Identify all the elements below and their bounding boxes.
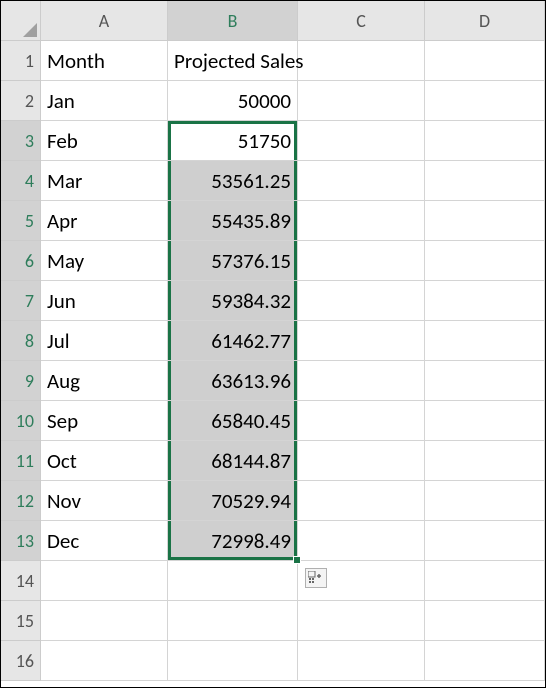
cell-B6[interactable]: 57376.15 bbox=[168, 241, 298, 281]
row-header-10[interactable]: 10 bbox=[1, 401, 41, 441]
cell-D2[interactable] bbox=[425, 81, 545, 121]
cell-B7[interactable]: 59384.32 bbox=[168, 281, 298, 321]
fill-handle[interactable] bbox=[293, 556, 301, 564]
cell-D8[interactable] bbox=[425, 321, 545, 361]
cell-A9[interactable]: Aug bbox=[41, 361, 168, 401]
cell-A5[interactable]: Apr bbox=[41, 201, 168, 241]
cell-D1[interactable] bbox=[425, 41, 545, 81]
col-header-C[interactable]: C bbox=[298, 1, 425, 41]
cell-C8[interactable] bbox=[298, 321, 425, 361]
cell-C3[interactable] bbox=[298, 121, 425, 161]
cell-D6[interactable] bbox=[425, 241, 545, 281]
cell-C1[interactable] bbox=[298, 41, 425, 81]
cell-A7[interactable]: Jun bbox=[41, 281, 168, 321]
cell-C11[interactable] bbox=[298, 441, 425, 481]
cell-B14[interactable] bbox=[168, 561, 298, 601]
cell-B15[interactable] bbox=[168, 601, 298, 641]
cell-D11[interactable] bbox=[425, 441, 545, 481]
row-header-15[interactable]: 15 bbox=[1, 601, 41, 641]
col-header-D[interactable]: D bbox=[425, 1, 545, 41]
cell-B10[interactable]: 65840.45 bbox=[168, 401, 298, 441]
row-header-5[interactable]: 5 bbox=[1, 201, 41, 241]
cell-D7[interactable] bbox=[425, 281, 545, 321]
cell-D3[interactable] bbox=[425, 121, 545, 161]
autofill-options-button[interactable] bbox=[305, 568, 327, 588]
cell-D14[interactable] bbox=[425, 561, 545, 601]
cell-D4[interactable] bbox=[425, 161, 545, 201]
cell-A11[interactable]: Oct bbox=[41, 441, 168, 481]
cell-B8[interactable]: 61462.77 bbox=[168, 321, 298, 361]
row-header-16[interactable]: 16 bbox=[1, 641, 41, 681]
cell-B16[interactable] bbox=[168, 641, 298, 681]
row-header-4[interactable]: 4 bbox=[1, 161, 41, 201]
row-header-11[interactable]: 11 bbox=[1, 441, 41, 481]
spreadsheet-grid[interactable]: ABCD1MonthProjected Sales2Jan500003Feb51… bbox=[1, 1, 545, 681]
cell-D12[interactable] bbox=[425, 481, 545, 521]
row-header-6[interactable]: 6 bbox=[1, 241, 41, 281]
row-header-14[interactable]: 14 bbox=[1, 561, 41, 601]
row-header-8[interactable]: 8 bbox=[1, 321, 41, 361]
cell-A4[interactable]: Mar bbox=[41, 161, 168, 201]
row-header-13[interactable]: 13 bbox=[1, 521, 41, 561]
cell-B3[interactable]: 51750 bbox=[168, 121, 298, 161]
cell-C12[interactable] bbox=[298, 481, 425, 521]
cell-B2[interactable]: 50000 bbox=[168, 81, 298, 121]
row-header-7[interactable]: 7 bbox=[1, 281, 41, 321]
cell-A15[interactable] bbox=[41, 601, 168, 641]
cell-A12[interactable]: Nov bbox=[41, 481, 168, 521]
cell-B13[interactable]: 72998.49 bbox=[168, 521, 298, 561]
cell-C2[interactable] bbox=[298, 81, 425, 121]
cell-D9[interactable] bbox=[425, 361, 545, 401]
cell-A2[interactable]: Jan bbox=[41, 81, 168, 121]
cell-D10[interactable] bbox=[425, 401, 545, 441]
cell-A10[interactable]: Sep bbox=[41, 401, 168, 441]
cell-B11[interactable]: 68144.87 bbox=[168, 441, 298, 481]
cell-C5[interactable] bbox=[298, 201, 425, 241]
cell-D15[interactable] bbox=[425, 601, 545, 641]
cell-D13[interactable] bbox=[425, 521, 545, 561]
cell-C7[interactable] bbox=[298, 281, 425, 321]
col-header-B[interactable]: B bbox=[168, 1, 298, 41]
row-header-9[interactable]: 9 bbox=[1, 361, 41, 401]
cell-C10[interactable] bbox=[298, 401, 425, 441]
cell-C4[interactable] bbox=[298, 161, 425, 201]
row-header-12[interactable]: 12 bbox=[1, 481, 41, 521]
row-header-2[interactable]: 2 bbox=[1, 81, 41, 121]
cell-A16[interactable] bbox=[41, 641, 168, 681]
cell-B5[interactable]: 55435.89 bbox=[168, 201, 298, 241]
cell-C16[interactable] bbox=[298, 641, 425, 681]
cell-A13[interactable]: Dec bbox=[41, 521, 168, 561]
cell-B4[interactable]: 53561.25 bbox=[168, 161, 298, 201]
col-header-A[interactable]: A bbox=[41, 1, 168, 41]
cell-C15[interactable] bbox=[298, 601, 425, 641]
row-header-3[interactable]: 3 bbox=[1, 121, 41, 161]
cell-C6[interactable] bbox=[298, 241, 425, 281]
cell-C9[interactable] bbox=[298, 361, 425, 401]
cell-D5[interactable] bbox=[425, 201, 545, 241]
cell-A6[interactable]: May bbox=[41, 241, 168, 281]
cell-D16[interactable] bbox=[425, 641, 545, 681]
select-all-corner[interactable] bbox=[1, 1, 41, 41]
cell-C13[interactable] bbox=[298, 521, 425, 561]
cell-A1[interactable]: Month bbox=[41, 41, 168, 81]
cell-A3[interactable]: Feb bbox=[41, 121, 168, 161]
row-header-1[interactable]: 1 bbox=[1, 41, 41, 81]
cell-B9[interactable]: 63613.96 bbox=[168, 361, 298, 401]
cell-B12[interactable]: 70529.94 bbox=[168, 481, 298, 521]
cell-A14[interactable] bbox=[41, 561, 168, 601]
cell-A8[interactable]: Jul bbox=[41, 321, 168, 361]
cell-B1[interactable]: Projected Sales bbox=[168, 41, 298, 81]
